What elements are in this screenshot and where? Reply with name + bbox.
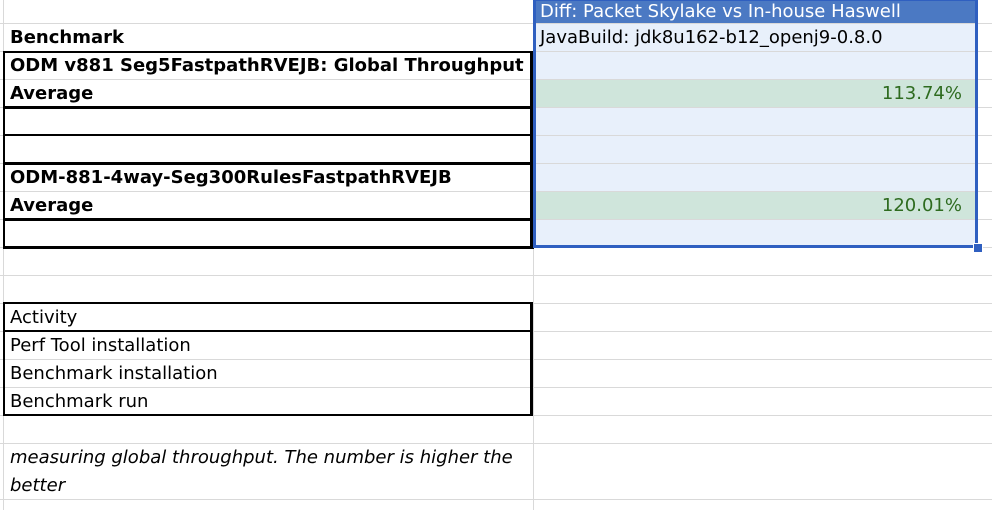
activity-item-cell[interactable]: Benchmark installation xyxy=(4,360,532,387)
test2-name-cell[interactable]: ODM-881-4way-Seg300RulesFastpathRVEJB xyxy=(4,164,532,191)
table-border xyxy=(3,51,534,53)
table-border xyxy=(3,218,534,221)
selection-border xyxy=(533,0,978,248)
table-border xyxy=(3,414,533,416)
note-cell[interactable]: measuring global throughput. The number … xyxy=(4,444,532,500)
benchmark-label-cell[interactable]: Benchmark xyxy=(4,24,532,51)
table-border xyxy=(3,162,534,165)
table-border xyxy=(3,330,533,332)
table-border xyxy=(3,106,534,109)
test2-average-label-cell[interactable]: Average xyxy=(4,192,532,219)
test1-name-cell[interactable]: ODM v881 Seg5FastpathRVEJB: Global Throu… xyxy=(4,52,532,79)
table-border xyxy=(3,51,5,248)
table-border xyxy=(3,302,533,304)
fill-handle[interactable] xyxy=(973,243,983,253)
activity-item-cell[interactable]: Perf Tool installation xyxy=(4,332,532,359)
test1-average-label-cell[interactable]: Average xyxy=(4,80,532,107)
spreadsheet-grid: Diff: Packet Skylake vs In-house Haswell… xyxy=(0,0,992,510)
table-border xyxy=(3,134,534,136)
table-border xyxy=(3,246,534,249)
gridline xyxy=(0,275,992,276)
table-border xyxy=(3,302,5,416)
activity-item-cell[interactable]: Benchmark run xyxy=(4,388,532,415)
activity-header-cell[interactable]: Activity xyxy=(4,304,532,331)
table-border xyxy=(530,302,533,416)
